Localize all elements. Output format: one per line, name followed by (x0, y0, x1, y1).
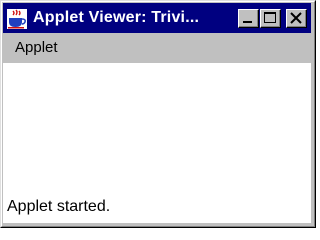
menu-bar: Applet (3, 34, 311, 62)
java-coffee-cup-icon[interactable] (6, 8, 28, 30)
close-icon (290, 12, 302, 24)
maximize-button[interactable] (260, 9, 281, 28)
status-text: Applet started. (7, 198, 111, 215)
close-button[interactable] (286, 9, 307, 28)
applet-viewer-window: Applet Viewer: Trivi... Applet Applet st… (0, 0, 316, 228)
minimize-button[interactable] (238, 9, 259, 28)
applet-content-area: Applet started. (3, 63, 311, 223)
title-bar[interactable]: Applet Viewer: Trivi... (3, 3, 311, 33)
minimize-icon (243, 21, 252, 23)
maximize-icon (264, 12, 276, 23)
window-title: Applet Viewer: Trivi... (33, 9, 200, 26)
menu-item-applet[interactable]: Applet (10, 38, 63, 58)
